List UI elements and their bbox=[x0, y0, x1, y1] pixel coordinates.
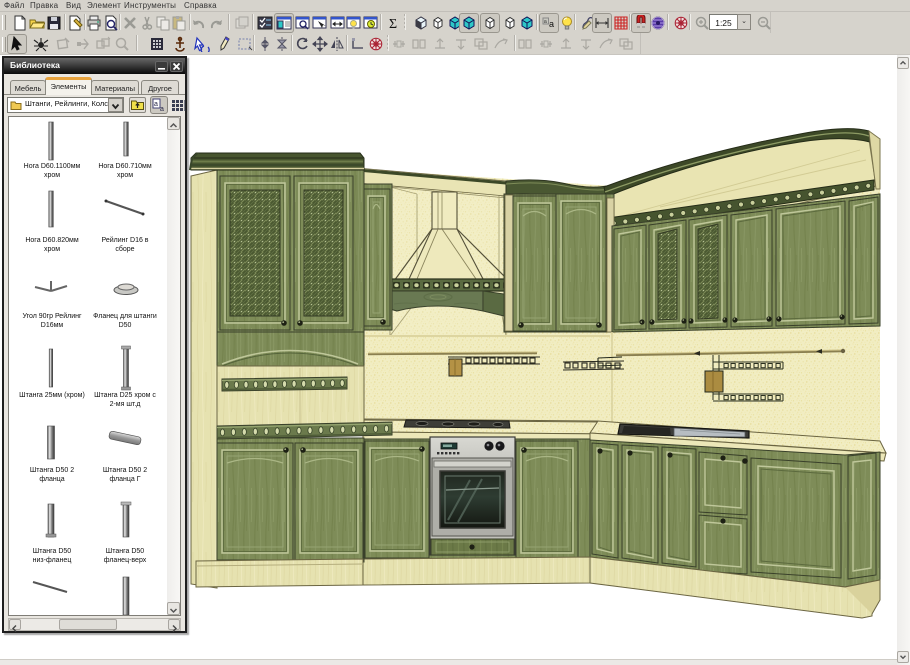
svg-text:a: a bbox=[154, 101, 158, 108]
svg-text:Σ: Σ bbox=[389, 17, 397, 31]
svg-text:a: a bbox=[160, 106, 164, 113]
svg-text:a: a bbox=[549, 19, 554, 29]
